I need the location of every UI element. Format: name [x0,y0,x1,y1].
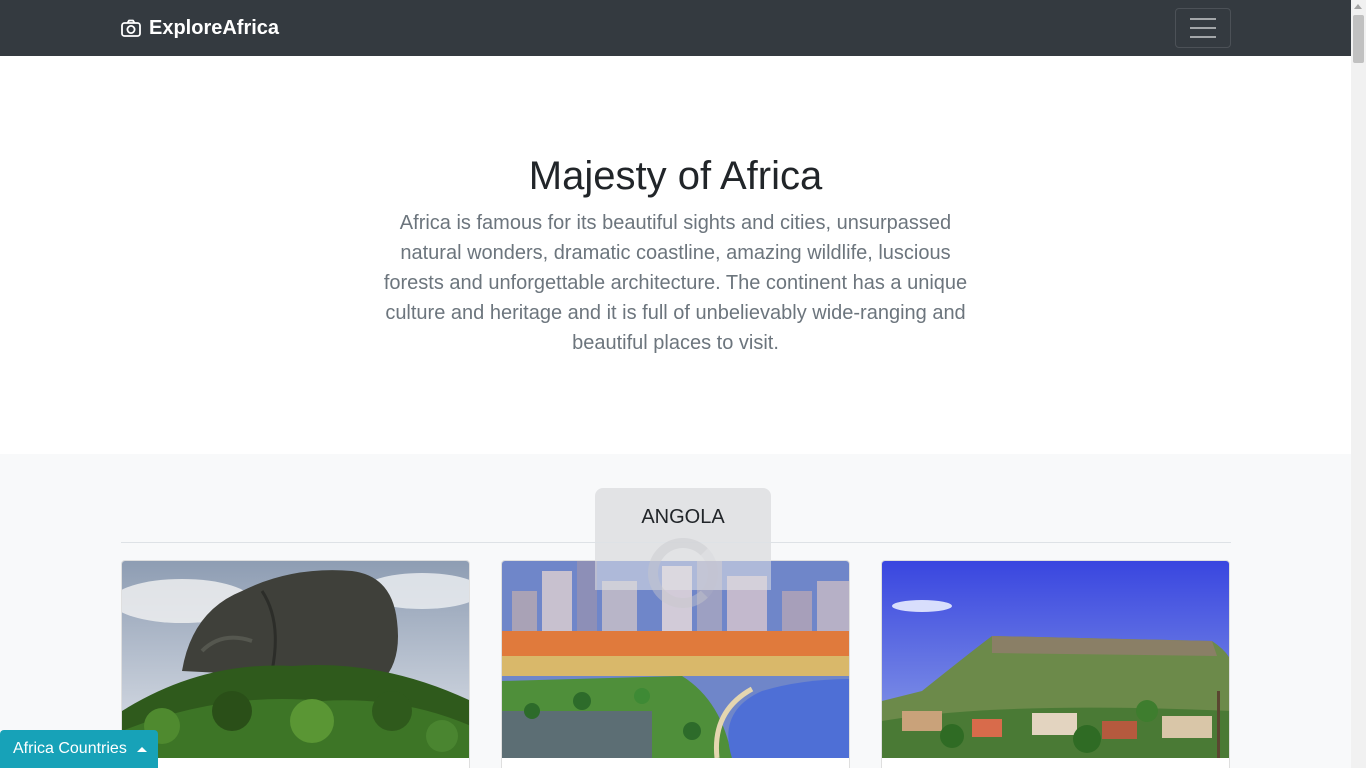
africa-countries-label: Africa Countries [13,740,127,757]
hamburger-menu-icon [1190,18,1216,20]
hero-section: Majesty of Africa Africa is famous for i… [0,56,1351,454]
scroll-up-arrow-icon[interactable] [1354,4,1362,9]
brand-link[interactable]: ExploreAfrica [120,15,279,41]
top-navbar: ExploreAfrica [0,0,1351,56]
destination-card[interactable] [121,560,470,768]
navbar-toggler-button[interactable] [1175,8,1231,48]
page-scrollbar[interactable] [1351,0,1366,768]
brand-name: ExploreAfrica [149,17,280,39]
destination-card[interactable] [881,560,1230,768]
loading-spinner-icon [648,538,718,608]
gallery-section: ANGOLA [0,454,1351,768]
town-mountain-plateau-photo [882,561,1229,758]
caret-up-icon [136,746,147,752]
scrollbar-thumb[interactable] [1353,15,1364,63]
camera-icon [120,17,142,39]
rock-formation-forest-photo [122,561,469,758]
africa-countries-dropup-button[interactable]: Africa Countries [0,730,158,768]
country-title: ANGOLA [641,506,725,528]
hero-title: Majesty of Africa [528,154,823,198]
hero-description: Africa is famous for its beautiful sight… [383,212,968,354]
